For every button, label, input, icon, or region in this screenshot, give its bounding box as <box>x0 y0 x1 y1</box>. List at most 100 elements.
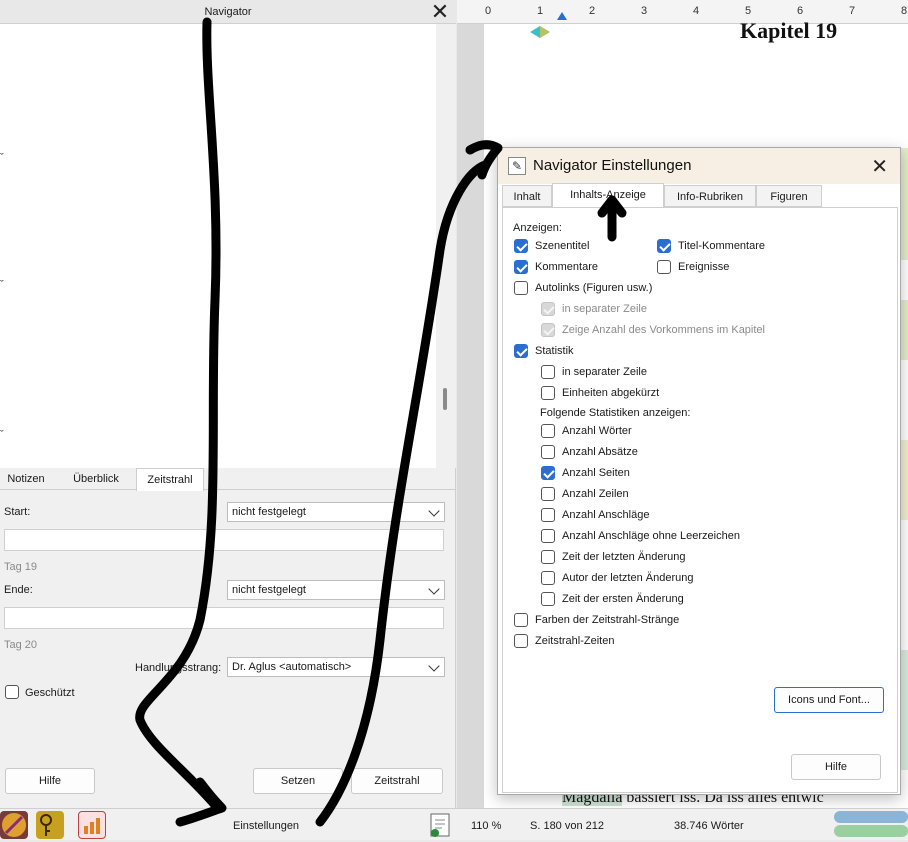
checkbox-checked[interactable] <box>657 239 671 253</box>
ruler-number: 1 <box>537 5 544 17</box>
option-label: Einheiten abgekürzt <box>562 387 660 399</box>
checkbox-checked[interactable] <box>541 466 555 480</box>
checkbox[interactable] <box>541 571 555 585</box>
progress-bar <box>834 825 908 837</box>
close-icon[interactable]: ✕ <box>429 1 451 23</box>
notes-icon[interactable] <box>427 811 453 839</box>
start-label: Start: <box>4 506 31 518</box>
checkbox-checked[interactable] <box>514 344 528 358</box>
set-button[interactable]: Setzen <box>253 768 343 794</box>
navigator-title: Navigator <box>0 0 456 24</box>
option-label: Ereignisse <box>678 261 730 273</box>
option-label: Szenentitel <box>535 240 590 252</box>
page-indicator: S. 180 von 212 <box>530 820 605 832</box>
end-label: Ende: <box>4 584 33 596</box>
checkbox-checked[interactable] <box>514 239 528 253</box>
tab-content-display[interactable]: Inhalts-Anzeige <box>552 183 664 208</box>
option-label: in separater Zeile <box>562 303 647 315</box>
ruler-number: 6 <box>797 5 804 17</box>
timeline-button[interactable]: Zeitstrahl <box>351 768 443 794</box>
protected-checkbox[interactable] <box>5 685 19 699</box>
ruler-number: 7 <box>849 5 856 17</box>
tree-expander-icon[interactable]: ˇ <box>0 429 4 441</box>
chevron-down-icon <box>428 505 440 517</box>
help-button[interactable]: Hilfe <box>5 768 95 794</box>
ruler-number: 5 <box>745 5 752 17</box>
checkbox[interactable] <box>514 613 528 627</box>
navigator-panel: Navigator ✕ ˇ ˇ ˇ Notizen Überblick Zeit… <box>0 0 456 808</box>
option-label: Autor der letzten Änderung <box>562 572 694 584</box>
option-label: Zeitstrahl-Zeiten <box>535 635 615 647</box>
strand-select[interactable]: Dr. Aglus <automatisch> <box>227 657 445 677</box>
tab-content[interactable]: Inhalt <box>502 185 552 207</box>
checkbox[interactable] <box>541 445 555 459</box>
tree-expander-icon[interactable]: ˇ <box>0 279 4 291</box>
option-label: Titel-Kommentare <box>678 240 766 252</box>
checkbox[interactable] <box>657 260 671 274</box>
protected-label: Geschützt <box>25 687 75 699</box>
close-icon[interactable]: ✕ <box>871 154 888 179</box>
option-label: Anzahl Seiten <box>562 467 630 479</box>
progress-bar <box>834 811 908 823</box>
tab-overview[interactable]: Überblick <box>60 468 132 490</box>
checkbox[interactable] <box>541 424 555 438</box>
navigator-tree[interactable] <box>0 24 436 468</box>
checkbox[interactable] <box>541 508 555 522</box>
app-icon: ✎ <box>508 157 526 175</box>
keys-icon[interactable] <box>36 811 64 839</box>
checkbox[interactable] <box>541 365 555 379</box>
feather-app-icon[interactable] <box>0 811 28 839</box>
ruler-number: 4 <box>693 5 700 17</box>
end-select[interactable]: nicht festgelegt <box>227 580 445 600</box>
option-label: Zeit der letzten Änderung <box>562 551 686 563</box>
option-label: Statistik <box>535 345 574 357</box>
checkbox[interactable] <box>514 281 528 295</box>
zoom-level[interactable]: 110 % <box>471 820 501 832</box>
ruler-number: 8 <box>901 5 908 17</box>
ruler[interactable]: 0 1 2 3 4 5 6 7 8 <box>457 0 908 24</box>
strand-select-value: Dr. Aglus <automatisch> <box>232 661 352 673</box>
checkbox[interactable] <box>541 487 555 501</box>
word-count: 38.746 Wörter <box>674 820 744 832</box>
chart-icon[interactable] <box>78 811 106 839</box>
option-label: Farben der Zeitstrahl-Stränge <box>535 614 680 626</box>
dialog-help-button[interactable]: Hilfe <box>791 754 881 780</box>
checkbox[interactable] <box>541 592 555 606</box>
checkbox[interactable] <box>541 386 555 400</box>
start-input[interactable] <box>4 529 444 551</box>
dialog-title: Navigator Einstellungen <box>533 157 692 174</box>
checkbox-checked[interactable] <box>514 260 528 274</box>
option-label: in separater Zeile <box>562 366 647 378</box>
chapter-title: Kapitel 19 <box>740 18 838 43</box>
indent-marker-icon[interactable] <box>557 12 567 20</box>
icons-font-button[interactable]: Icons und Font... <box>774 687 884 713</box>
checkbox[interactable] <box>541 529 555 543</box>
dialog-body: Anzeigen: Szenentitel Titel-Kommentare K… <box>502 207 898 793</box>
chevron-down-icon <box>428 583 440 595</box>
status-bar: Einstellungen 110 % S. 180 von 212 38.74… <box>0 808 908 840</box>
checkbox[interactable] <box>514 634 528 648</box>
navigator-tabs: Notizen Überblick Zeitstrahl <box>0 468 456 491</box>
tree-expander-icon[interactable]: ˇ <box>0 152 4 164</box>
option-label: Anzahl Anschläge <box>562 509 650 521</box>
checkbox-disabled <box>541 323 555 337</box>
end-input[interactable] <box>4 607 444 629</box>
tab-notes[interactable]: Notizen <box>0 468 52 490</box>
start-select[interactable]: nicht festgelegt <box>227 502 445 522</box>
tab-info-sections[interactable]: Info-Rubriken <box>664 185 756 207</box>
tab-timeline[interactable]: Zeitstrahl <box>136 468 204 491</box>
start-select-value: nicht festgelegt <box>232 506 306 518</box>
strand-label: Handlungsstrang: <box>135 662 222 674</box>
checkbox[interactable] <box>541 550 555 564</box>
following-stats-label: Folgende Statistiken anzeigen: <box>540 407 691 419</box>
scrollbar-thumb[interactable] <box>443 388 447 410</box>
show-label: Anzeigen: <box>513 222 562 234</box>
option-label: Zeit der ersten Änderung <box>562 593 684 605</box>
checkbox-disabled <box>541 302 555 316</box>
end-select-value: nicht festgelegt <box>232 584 306 596</box>
tab-characters[interactable]: Figuren <box>756 185 822 207</box>
settings-link[interactable]: Einstellungen <box>233 820 299 832</box>
option-label: Kommentare <box>535 261 598 273</box>
ruler-number: 3 <box>641 5 648 17</box>
ruler-number: 2 <box>589 5 596 17</box>
